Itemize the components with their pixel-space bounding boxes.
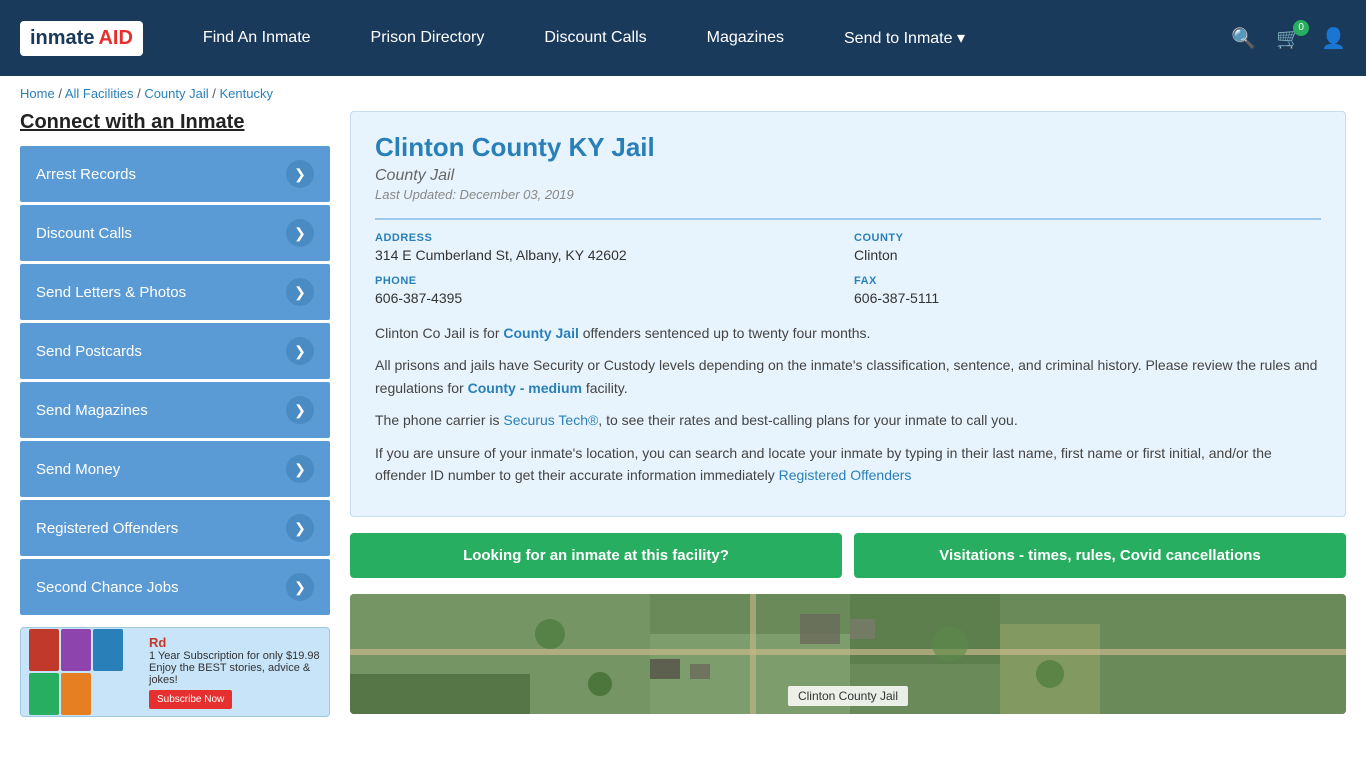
nav-prison-directory[interactable]: Prison Directory bbox=[341, 0, 515, 76]
securus-link[interactable]: Securus Tech® bbox=[503, 412, 598, 428]
logo-text: inmate bbox=[30, 27, 94, 50]
ad-subscribe-button[interactable]: Subscribe Now bbox=[149, 690, 232, 709]
ad-banner: Rd 1 Year Subscription for only $19.98 E… bbox=[20, 627, 330, 717]
header-icons: 🔍 🛒 0 👤 bbox=[1231, 26, 1346, 51]
fax-label: FAX bbox=[854, 275, 1321, 287]
nav-magazines[interactable]: Magazines bbox=[677, 0, 814, 76]
ad-description: Enjoy the BEST stories, advice & jokes! bbox=[149, 662, 321, 686]
arrow-icon-letters: ❯ bbox=[286, 278, 314, 306]
sidebar-menu: Arrest Records ❯ Discount Calls ❯ Send L… bbox=[20, 146, 330, 615]
registered-offenders-link[interactable]: Registered Offenders bbox=[779, 467, 912, 483]
arrow-icon-postcards: ❯ bbox=[286, 337, 314, 365]
sidebar-label-send-postcards: Send Postcards bbox=[36, 343, 142, 360]
sidebar-label-second-chance-jobs: Second Chance Jobs bbox=[36, 579, 179, 596]
cart-badge: 0 bbox=[1293, 20, 1309, 36]
sidebar-title: Connect with an Inmate bbox=[20, 111, 330, 134]
ad-book-3 bbox=[93, 629, 123, 671]
content-panel: Clinton County KY Jail County Jail Last … bbox=[350, 111, 1346, 717]
facility-card: Clinton County KY Jail County Jail Last … bbox=[350, 111, 1346, 517]
breadcrumb-kentucky[interactable]: Kentucky bbox=[219, 86, 272, 101]
ad-brand: Rd bbox=[149, 635, 321, 650]
desc-para-3: The phone carrier is Securus Tech®, to s… bbox=[375, 409, 1321, 431]
main-content: Connect with an Inmate Arrest Records ❯ … bbox=[0, 111, 1366, 737]
nav-send-to-inmate[interactable]: Send to Inmate ▾ bbox=[814, 0, 995, 76]
ad-book-1 bbox=[29, 629, 59, 671]
user-icon[interactable]: 👤 bbox=[1321, 26, 1346, 51]
sidebar-item-registered-offenders[interactable]: Registered Offenders ❯ bbox=[20, 500, 330, 556]
arrow-icon-magazines: ❯ bbox=[286, 396, 314, 424]
county-medium-link[interactable]: County - medium bbox=[468, 380, 582, 396]
fax-value: 606-387-5111 bbox=[854, 290, 1321, 306]
sidebar-item-send-magazines[interactable]: Send Magazines ❯ bbox=[20, 382, 330, 438]
sidebar-label-arrest-records: Arrest Records bbox=[36, 166, 136, 183]
breadcrumb-home[interactable]: Home bbox=[20, 86, 55, 101]
sidebar-item-send-letters[interactable]: Send Letters & Photos ❯ bbox=[20, 264, 330, 320]
facility-subtitle: County Jail bbox=[375, 167, 1321, 185]
fax-block: FAX 606-387-5111 bbox=[854, 275, 1321, 306]
nav-discount-calls[interactable]: Discount Calls bbox=[514, 0, 676, 76]
sidebar-item-send-postcards[interactable]: Send Postcards ❯ bbox=[20, 323, 330, 379]
visitation-button[interactable]: Visitations - times, rules, Covid cancel… bbox=[854, 533, 1346, 578]
logo[interactable]: inmate AID bbox=[20, 21, 143, 56]
facility-last-updated: Last Updated: December 03, 2019 bbox=[375, 187, 1321, 202]
cart-icon[interactable]: 🛒 0 bbox=[1276, 26, 1301, 51]
ad-tagline: 1 Year Subscription for only $19.98 bbox=[149, 650, 321, 662]
county-label: COUNTY bbox=[854, 232, 1321, 244]
address-value: 314 E Cumberland St, Albany, KY 42602 bbox=[375, 247, 842, 263]
county-jail-link[interactable]: County Jail bbox=[503, 325, 578, 341]
arrow-icon-discount: ❯ bbox=[286, 219, 314, 247]
county-block: COUNTY Clinton bbox=[854, 232, 1321, 263]
address-block: ADDRESS 314 E Cumberland St, Albany, KY … bbox=[375, 232, 842, 263]
ad-text-area: Rd 1 Year Subscription for only $19.98 E… bbox=[149, 635, 321, 709]
ad-book-4 bbox=[29, 673, 59, 715]
ad-books bbox=[29, 629, 139, 715]
sidebar-item-arrest-records[interactable]: Arrest Records ❯ bbox=[20, 146, 330, 202]
phone-block: PHONE 606-387-4395 bbox=[375, 275, 842, 306]
county-value: Clinton bbox=[854, 247, 1321, 263]
ad-book-5 bbox=[61, 673, 91, 715]
map-label: Clinton County Jail bbox=[788, 686, 908, 706]
sidebar-item-send-money[interactable]: Send Money ❯ bbox=[20, 441, 330, 497]
sidebar-label-send-magazines: Send Magazines bbox=[36, 402, 148, 419]
arrow-icon-jobs: ❯ bbox=[286, 573, 314, 601]
sidebar-label-registered-offenders: Registered Offenders bbox=[36, 520, 178, 537]
action-buttons: Looking for an inmate at this facility? … bbox=[350, 533, 1346, 578]
find-inmate-button[interactable]: Looking for an inmate at this facility? bbox=[350, 533, 842, 578]
desc-para-4: If you are unsure of your inmate's locat… bbox=[375, 442, 1321, 487]
desc-para-1: Clinton Co Jail is for County Jail offen… bbox=[375, 322, 1321, 344]
main-nav: Find An Inmate Prison Directory Discount… bbox=[173, 0, 1231, 76]
nav-find-inmate[interactable]: Find An Inmate bbox=[173, 0, 341, 76]
breadcrumb: Home / All Facilities / County Jail / Ke… bbox=[0, 76, 1366, 111]
sidebar: Connect with an Inmate Arrest Records ❯ … bbox=[20, 111, 330, 717]
desc-para-2: All prisons and jails have Security or C… bbox=[375, 354, 1321, 399]
search-icon[interactable]: 🔍 bbox=[1231, 26, 1256, 51]
sidebar-label-send-letters: Send Letters & Photos bbox=[36, 284, 186, 301]
sidebar-label-send-money: Send Money bbox=[36, 461, 120, 478]
facility-description: Clinton Co Jail is for County Jail offen… bbox=[375, 322, 1321, 486]
phone-label: PHONE bbox=[375, 275, 842, 287]
phone-value: 606-387-4395 bbox=[375, 290, 842, 306]
address-label: ADDRESS bbox=[375, 232, 842, 244]
sidebar-label-discount-calls: Discount Calls bbox=[36, 225, 132, 242]
ad-book-2 bbox=[61, 629, 91, 671]
arrow-icon-money: ❯ bbox=[286, 455, 314, 483]
logo-aid: AID bbox=[98, 27, 132, 50]
breadcrumb-all-facilities[interactable]: All Facilities bbox=[65, 86, 134, 101]
header: inmate AID Find An Inmate Prison Directo… bbox=[0, 0, 1366, 76]
sidebar-item-second-chance-jobs[interactable]: Second Chance Jobs ❯ bbox=[20, 559, 330, 615]
map-area: Clinton County Jail bbox=[350, 594, 1346, 714]
arrow-icon-arrest: ❯ bbox=[286, 160, 314, 188]
facility-title: Clinton County KY Jail bbox=[375, 132, 1321, 163]
arrow-icon-offenders: ❯ bbox=[286, 514, 314, 542]
facility-info-grid: ADDRESS 314 E Cumberland St, Albany, KY … bbox=[375, 218, 1321, 306]
breadcrumb-county-jail[interactable]: County Jail bbox=[144, 86, 208, 101]
sidebar-item-discount-calls[interactable]: Discount Calls ❯ bbox=[20, 205, 330, 261]
